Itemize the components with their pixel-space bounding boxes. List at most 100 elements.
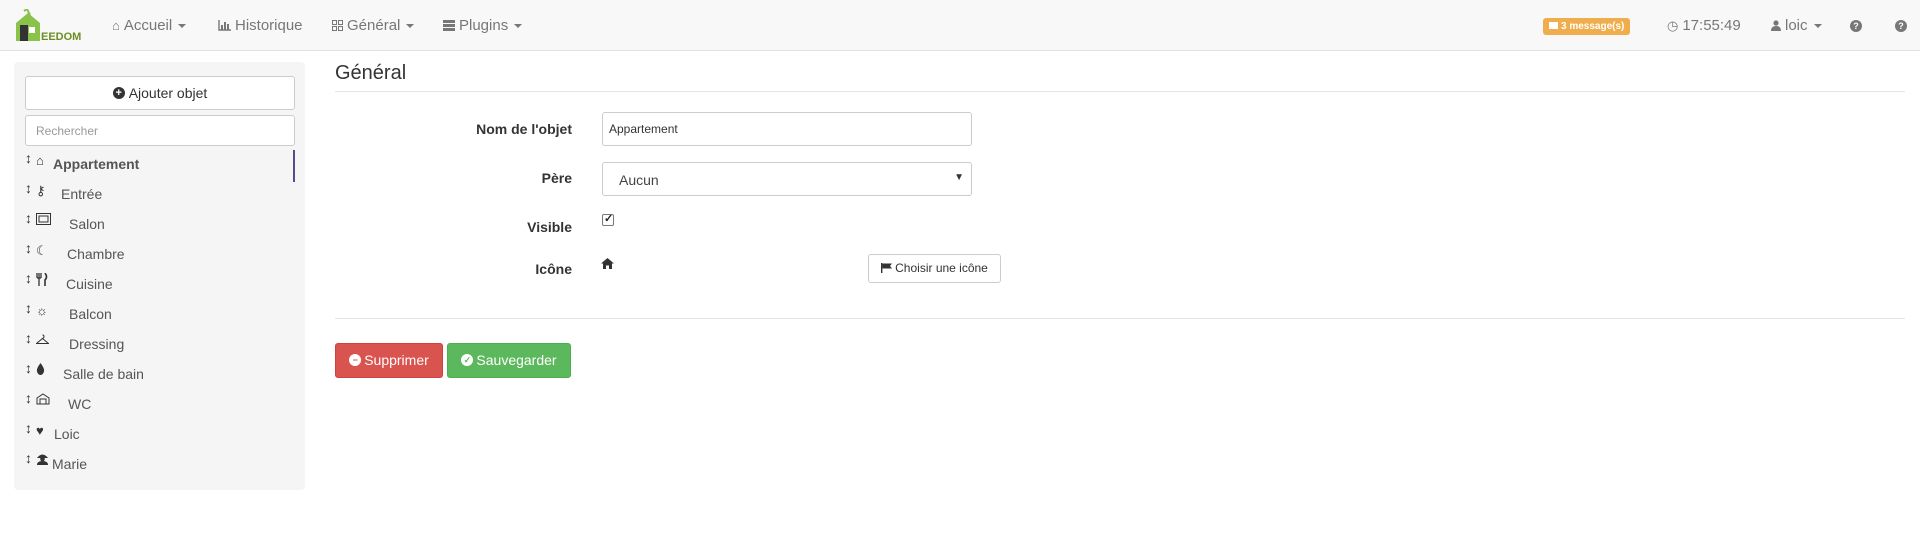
flag-icon [881,256,893,283]
clock-time: 17:55:49 [1682,17,1741,34]
drag-handle-icon[interactable]: ↕ [25,180,32,196]
choose-icon-button[interactable]: Choisir une icône [868,254,1001,283]
delete-button[interactable]: − Supprimer [335,343,443,378]
sun-icon: ☼ [36,303,48,318]
hanger-icon [35,333,50,348]
tree-item-dressing[interactable]: ↕ Dressing [14,330,294,360]
delete-label: Supprimer [364,352,429,368]
user-icon [36,453,49,468]
messages-count: 3 message(s) [1561,21,1625,32]
bar-chart-icon [218,0,231,51]
svg-text:EEDOM: EEDOM [41,31,81,43]
save-button[interactable]: ✓ Sauvegarder [447,343,571,378]
tree-item-appartement[interactable]: ↕ ⌂ Appartement [14,150,295,182]
nav-plugins-label: Plugins [459,17,509,34]
drag-handle-icon[interactable]: ↕ [25,300,32,316]
question-icon: ? [1895,20,1907,33]
drag-handle-icon[interactable]: ↕ [25,150,32,166]
nav-general[interactable]: Général [332,0,415,51]
tree-item-salle-de-bain[interactable]: ↕ Salle de bain [14,360,294,390]
tree-item-cuisine[interactable]: ↕ Cuisine [14,270,294,300]
help-button-2[interactable]: ? [1895,0,1907,51]
help-button[interactable]: ? [1850,0,1862,51]
object-name-input[interactable] [602,112,972,146]
grid-icon [332,0,343,51]
icon-label: Icône [535,261,572,277]
clock: ◷ 17:55:49 [1667,0,1741,51]
minus-circle-icon: − [349,354,362,367]
add-object-label: Ajouter objet [128,85,208,101]
key-icon: ⚷ [36,183,46,198]
select-arrow-icon: ▼ [954,172,964,183]
drop-icon [36,363,45,378]
tasks-icon [443,0,455,51]
navbar: EEDOM ⌂ Accueil Historique Général Plugin… [0,0,1920,51]
drag-handle-icon[interactable]: ↕ [25,360,32,376]
nav-historique-label: Historique [235,17,303,34]
form-divider [335,318,1905,319]
plus-circle-icon: + [112,87,125,100]
drag-handle-icon[interactable]: ↕ [25,270,32,286]
page-title: Général [335,62,407,84]
save-label: Sauvegarder [476,352,557,368]
user-menu[interactable]: loic [1771,0,1822,51]
moon-icon: ☾ [36,243,48,258]
user-icon [1771,0,1781,51]
tree-item-label: Balcon [69,306,112,322]
drag-handle-icon[interactable]: ↕ [25,390,32,406]
active-indicator [293,150,295,182]
envelope-icon [1549,21,1558,29]
jeedom-logo[interactable]: EEDOM [14,9,86,43]
home-icon: ⌂ [112,18,120,33]
tree-item-marie[interactable]: ↕ Marie [14,450,294,480]
name-label: Nom de l'objet [476,121,572,137]
parent-label: Père [541,170,572,186]
check-circle-icon: ✓ [461,354,474,367]
cutlery-icon [36,272,48,289]
sidebar: +Ajouter objet ↕ ⌂ Appartement ↕ ⚷ Entré… [14,62,305,490]
caret-down-icon [1813,24,1822,29]
nav-historique[interactable]: Historique [218,0,303,51]
tree-item-loic[interactable]: ↕ ♥ Loic [14,420,294,450]
tree-item-salon[interactable]: ↕ Salon [14,210,294,240]
messages-badge[interactable]: 3 message(s) [1543,18,1631,35]
tree-item-label: Cuisine [66,276,113,292]
choose-icon-label: Choisir une icône [895,261,988,275]
tree-item-label: Loic [54,426,80,442]
tree-item-label: Salle de bain [63,366,144,382]
drag-handle-icon[interactable]: ↕ [25,420,32,436]
parent-select[interactable]: Aucun ▼ [602,162,972,196]
clock-icon: ◷ [1667,18,1679,33]
tree-item-label: Dressing [69,336,125,352]
tree-item-wc[interactable]: ↕ WC [14,390,294,420]
tree-item-label: WC [68,396,92,412]
tree-item-chambre[interactable]: ↕ ☾ Chambre [14,240,294,270]
tree-item-label: Marie [52,456,88,472]
tree-item-label: Appartement [53,156,140,172]
drag-handle-icon[interactable]: ↕ [25,330,32,346]
nav-general-label: Général [347,17,401,34]
tree-item-label: Salon [69,216,105,232]
tree-item-balcon[interactable]: ↕ ☼ Balcon [14,300,294,330]
parent-select-value: Aucun [619,172,659,188]
drag-handle-icon[interactable]: ↕ [25,240,32,256]
visible-checkbox[interactable]: ✓ [602,213,614,226]
nav-plugins[interactable]: Plugins [443,0,523,51]
caret-down-icon [514,24,523,29]
question-icon: ? [1850,20,1862,33]
title-divider [335,91,1905,92]
user-name: loic [1785,17,1808,34]
tv-icon [36,213,51,228]
tree-item-label: Chambre [67,246,125,262]
search-input[interactable] [25,115,295,146]
home-icon: ⌂ [36,153,44,168]
nav-accueil[interactable]: ⌂ Accueil [112,0,187,51]
home-icon [601,256,614,272]
check-icon: ✓ [604,213,614,225]
add-object-button[interactable]: + Ajouter objet [25,76,295,110]
nav-accueil-label: Accueil [123,17,173,34]
drag-handle-icon[interactable]: ↕ [25,450,32,466]
tree-item-entree[interactable]: ↕ ⚷ Entrée [14,180,294,210]
drag-handle-icon[interactable]: ↕ [25,210,32,226]
caret-down-icon [406,24,415,29]
